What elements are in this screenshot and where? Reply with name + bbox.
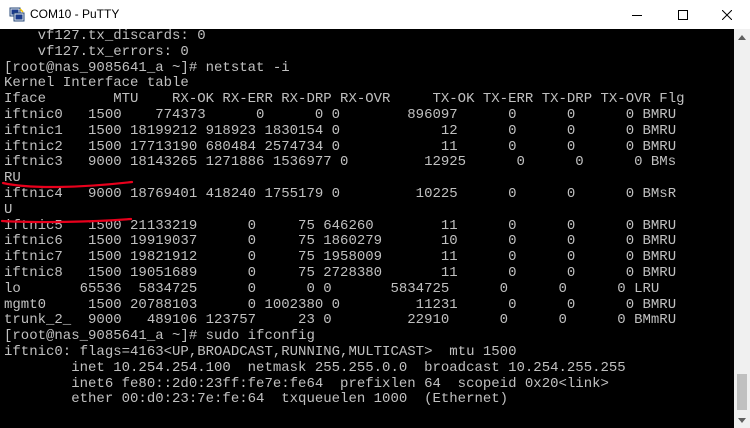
terminal-line: ether 00:d0:23:7e:fe:64 txqueuelen 1000 …: [4, 391, 509, 408]
terminal-line: inet6 fe80::2d0:23ff:fe7e:fe64 prefixlen…: [4, 375, 609, 392]
table-row: mgmt0 1500 20788103 0 1002380 0 11231 0 …: [4, 296, 677, 313]
vertical-scrollbar[interactable]: [734, 29, 750, 428]
terminal-line: [root@nas_9085641_a ~]# netstat -i: [4, 59, 290, 76]
table-header: Iface MTU RX-OK RX-ERR RX-DRP RX-OVR TX-…: [4, 91, 685, 108]
table-row: iftnic8 1500 19051689 0 75 2728380 11 0 …: [4, 264, 677, 281]
close-button[interactable]: [704, 0, 750, 29]
table-row: iftnic4 9000 18769401 418240 1755179 0 1…: [4, 185, 677, 202]
table-row: trunk_2_ 9000 489106 123757 23 0 22910 0…: [4, 312, 677, 329]
terminal-line: vf127.tx_discards: 0: [4, 29, 206, 44]
table-row-wrap: U: [4, 201, 13, 218]
terminal-output: vf127.tx_discards: 0 vf127.tx_errors: 0[…: [0, 29, 734, 408]
terminal-line: [root@nas_9085641_a ~]# sudo ifconfig: [4, 328, 315, 345]
close-icon: [722, 9, 732, 20]
minimize-button[interactable]: [614, 0, 660, 29]
table-row: iftnic7 1500 19821912 0 75 1958009 11 0 …: [4, 249, 677, 266]
table-row: iftnic0 1500 774373 0 0 0 896097 0 0 0 B…: [4, 106, 677, 123]
scroll-up-button[interactable]: [734, 29, 750, 45]
terminal-screen[interactable]: vf127.tx_discards: 0 vf127.tx_errors: 0[…: [0, 29, 734, 428]
chevron-down-icon: [738, 417, 746, 423]
title-bar[interactable]: COM10 - PuTTY: [0, 0, 750, 29]
terminal-line: Kernel Interface table: [4, 75, 189, 92]
scroll-down-button[interactable]: [734, 412, 750, 428]
scrollbar-thumb[interactable]: [737, 374, 747, 410]
table-row: iftnic6 1500 19919037 0 75 1860279 10 0 …: [4, 233, 677, 250]
table-row: iftnic2 1500 17713190 680484 2574734 0 1…: [4, 138, 677, 155]
table-row: lo 65536 5834725 0 0 0 5834725 0 0 0 LRU: [4, 280, 660, 297]
table-row: iftnic3 9000 18143265 1271886 1536977 0 …: [4, 154, 677, 171]
putty-icon[interactable]: [9, 7, 25, 22]
table-row: iftnic5 1500 21133219 0 75 646260 11 0 0…: [4, 217, 677, 234]
maximize-icon: [678, 9, 688, 20]
terminal-line: iftnic0: flags=4163<UP,BROADCAST,RUNNING…: [4, 343, 517, 360]
table-row: iftnic1 1500 18199212 918923 1830154 0 1…: [4, 122, 677, 139]
terminal-line: inet 10.254.254.100 netmask 255.255.0.0 …: [4, 359, 626, 376]
chevron-up-icon: [738, 34, 746, 40]
terminal-line: vf127.tx_errors: 0: [4, 43, 189, 60]
window-title: COM10 - PuTTY: [30, 7, 120, 21]
minimize-icon: [632, 14, 642, 16]
table-row-wrap: RU: [4, 170, 21, 187]
maximize-button[interactable]: [660, 0, 706, 29]
